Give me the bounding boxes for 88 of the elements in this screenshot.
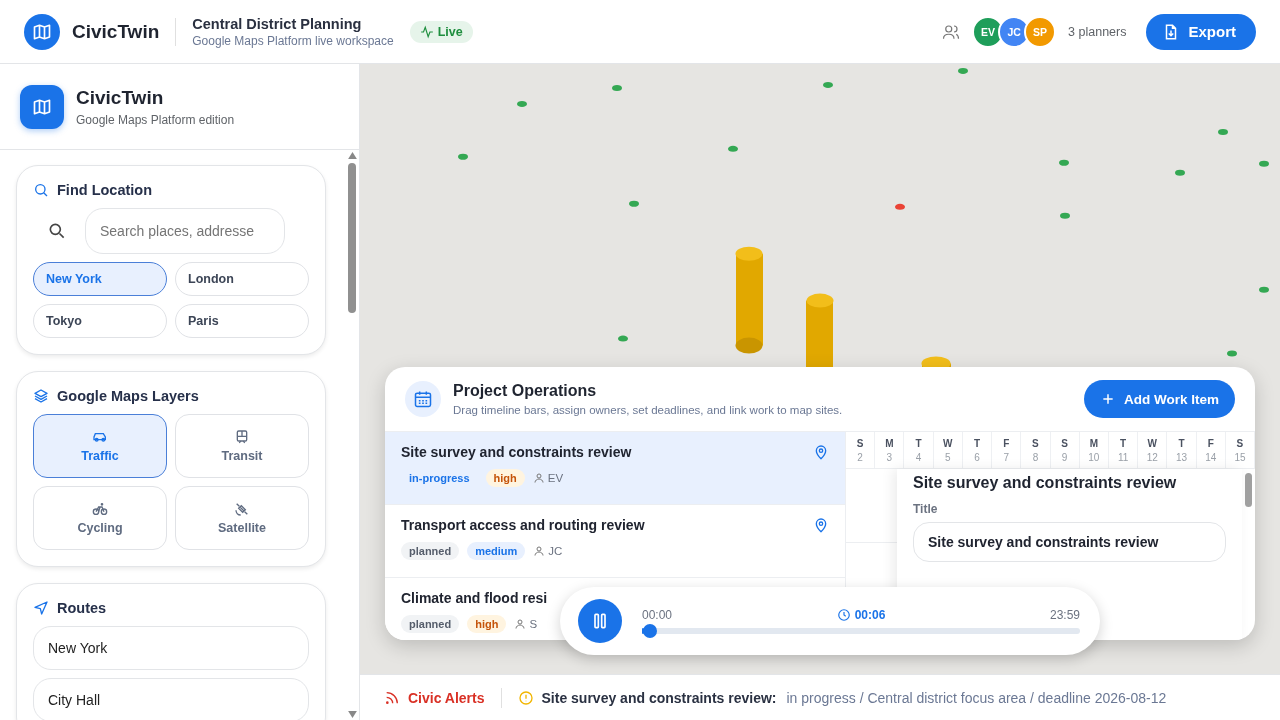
person-icon <box>533 545 546 557</box>
timeline-day: W 5 <box>933 432 963 468</box>
warning-icon <box>517 689 534 706</box>
task-title: Site survey and constraints review <box>401 444 632 460</box>
live-badge: Live <box>409 20 473 43</box>
timeline-day: T 6 <box>962 432 993 468</box>
panel-subtitle: Drag timeline bars, assign owners, set deadlines, and link work to map sites. <box>453 404 843 416</box>
layer-toggle[interactable]: Satellite <box>175 486 309 550</box>
scroll-thumb[interactable] <box>348 163 356 313</box>
city-chip[interactable]: Tokyo <box>33 304 167 338</box>
status-tag: planned <box>401 615 460 633</box>
timeline-day: S 8 <box>1021 432 1051 468</box>
layer-toggle[interactable]: Cycling <box>33 486 167 550</box>
person-icon <box>532 472 545 484</box>
map-logo-icon <box>24 13 60 50</box>
card-title: Routes <box>57 600 107 616</box>
export-button[interactable]: Export <box>1146 13 1256 50</box>
task-title: Transport access and routing review <box>401 517 645 533</box>
scroll-thumb[interactable] <box>1244 473 1252 507</box>
planners-count: 3 planners <box>1068 24 1127 39</box>
timeline-day: S 15 <box>1225 432 1255 468</box>
sidebar-app-name: CivicTwin <box>76 86 165 109</box>
avatar: SP <box>1024 15 1057 48</box>
task-owner: EV <box>547 472 564 484</box>
project-subtitle: Google Maps Platform live workspace <box>192 33 394 48</box>
calendar-icon <box>405 381 441 417</box>
timeline-day: S 9 <box>1050 432 1080 468</box>
satellite-icon <box>234 501 250 517</box>
task-title: Climate and flood resi <box>401 590 548 606</box>
map-logo-icon <box>20 84 64 129</box>
task-row[interactable]: Transport access and routing review planned medium JC <box>385 505 845 578</box>
rss-feed-icon <box>384 689 400 706</box>
bicycle-icon <box>92 501 108 517</box>
project-title: Central District Planning <box>192 15 363 32</box>
timeline-day: F 7 <box>992 432 1022 468</box>
task-row[interactable]: Climate and flood resi planned high S <box>385 578 560 640</box>
timeline-day: F 14 <box>1196 432 1226 468</box>
priority-tag: high <box>467 615 507 633</box>
plus-icon <box>1100 391 1116 407</box>
end-time: 23:59 <box>1049 608 1080 622</box>
panel-title: Project Operations <box>453 382 598 400</box>
alert-item-text: in progress / Central district focus area / deadline 2026-08-12 <box>786 689 1167 706</box>
card-title: Google Maps Layers <box>57 388 199 404</box>
map-pin-icon[interactable] <box>813 444 829 460</box>
route-stop-field[interactable]: New York <box>33 626 309 670</box>
timeline-day: M 10 <box>1079 432 1109 468</box>
priority-tag: high <box>485 469 525 487</box>
task-owner: S <box>529 618 538 630</box>
search-icon <box>33 182 49 198</box>
current-time: 00:06 <box>836 608 886 622</box>
clock-icon <box>836 608 851 622</box>
task-owner: JC <box>548 545 563 557</box>
layer-toggle[interactable]: Traffic <box>33 414 167 478</box>
search-field[interactable]: Search places, addresse <box>85 208 285 254</box>
city-chip[interactable]: London <box>175 262 309 296</box>
route-stop-field[interactable]: City Hall <box>33 678 309 720</box>
alerts-title: Civic Alerts <box>408 689 485 706</box>
navigation-arrow-icon <box>33 600 49 616</box>
search-icon <box>47 221 67 241</box>
layers-icon <box>33 388 49 404</box>
scroll-up-icon[interactable] <box>347 152 357 159</box>
timeline-day: S 2 <box>846 432 876 468</box>
map-pin-icon[interactable] <box>813 517 829 533</box>
sidebar-subtitle: Google Maps Platform edition <box>76 112 235 127</box>
people-icon <box>942 22 961 41</box>
person-icon <box>514 618 527 630</box>
add-work-item-button[interactable]: Add Work Item <box>1084 380 1235 418</box>
title-field[interactable]: Site survey and constraints review <box>913 521 1226 562</box>
start-time: 00:00 <box>642 608 673 622</box>
priority-tag: medium <box>467 542 526 560</box>
city-chip[interactable]: Paris <box>175 304 309 338</box>
task-row[interactable]: Site survey and constraints review in-progress high EV <box>385 432 845 505</box>
detail-heading: Site survey and constraints review <box>913 473 1178 493</box>
card-title: Find Location <box>57 182 153 198</box>
layer-toggle[interactable]: Transit <box>175 414 309 478</box>
timeline-day: W 12 <box>1138 432 1168 468</box>
app-name: CivicTwin <box>72 20 160 43</box>
status-tag: planned <box>401 542 460 560</box>
pause-button[interactable] <box>578 599 622 643</box>
timeline-day: T 4 <box>904 432 934 468</box>
bus-icon <box>234 429 250 445</box>
scroll-down-icon[interactable] <box>347 711 357 718</box>
alert-item-title: Site survey and constraints review: <box>541 689 777 706</box>
city-chip[interactable]: New York <box>33 262 167 296</box>
timeline-day: M 3 <box>875 432 905 468</box>
timeline-day: T 13 <box>1167 432 1197 468</box>
timeline-day: T 11 <box>1108 432 1139 468</box>
field-label: Title <box>913 501 939 516</box>
